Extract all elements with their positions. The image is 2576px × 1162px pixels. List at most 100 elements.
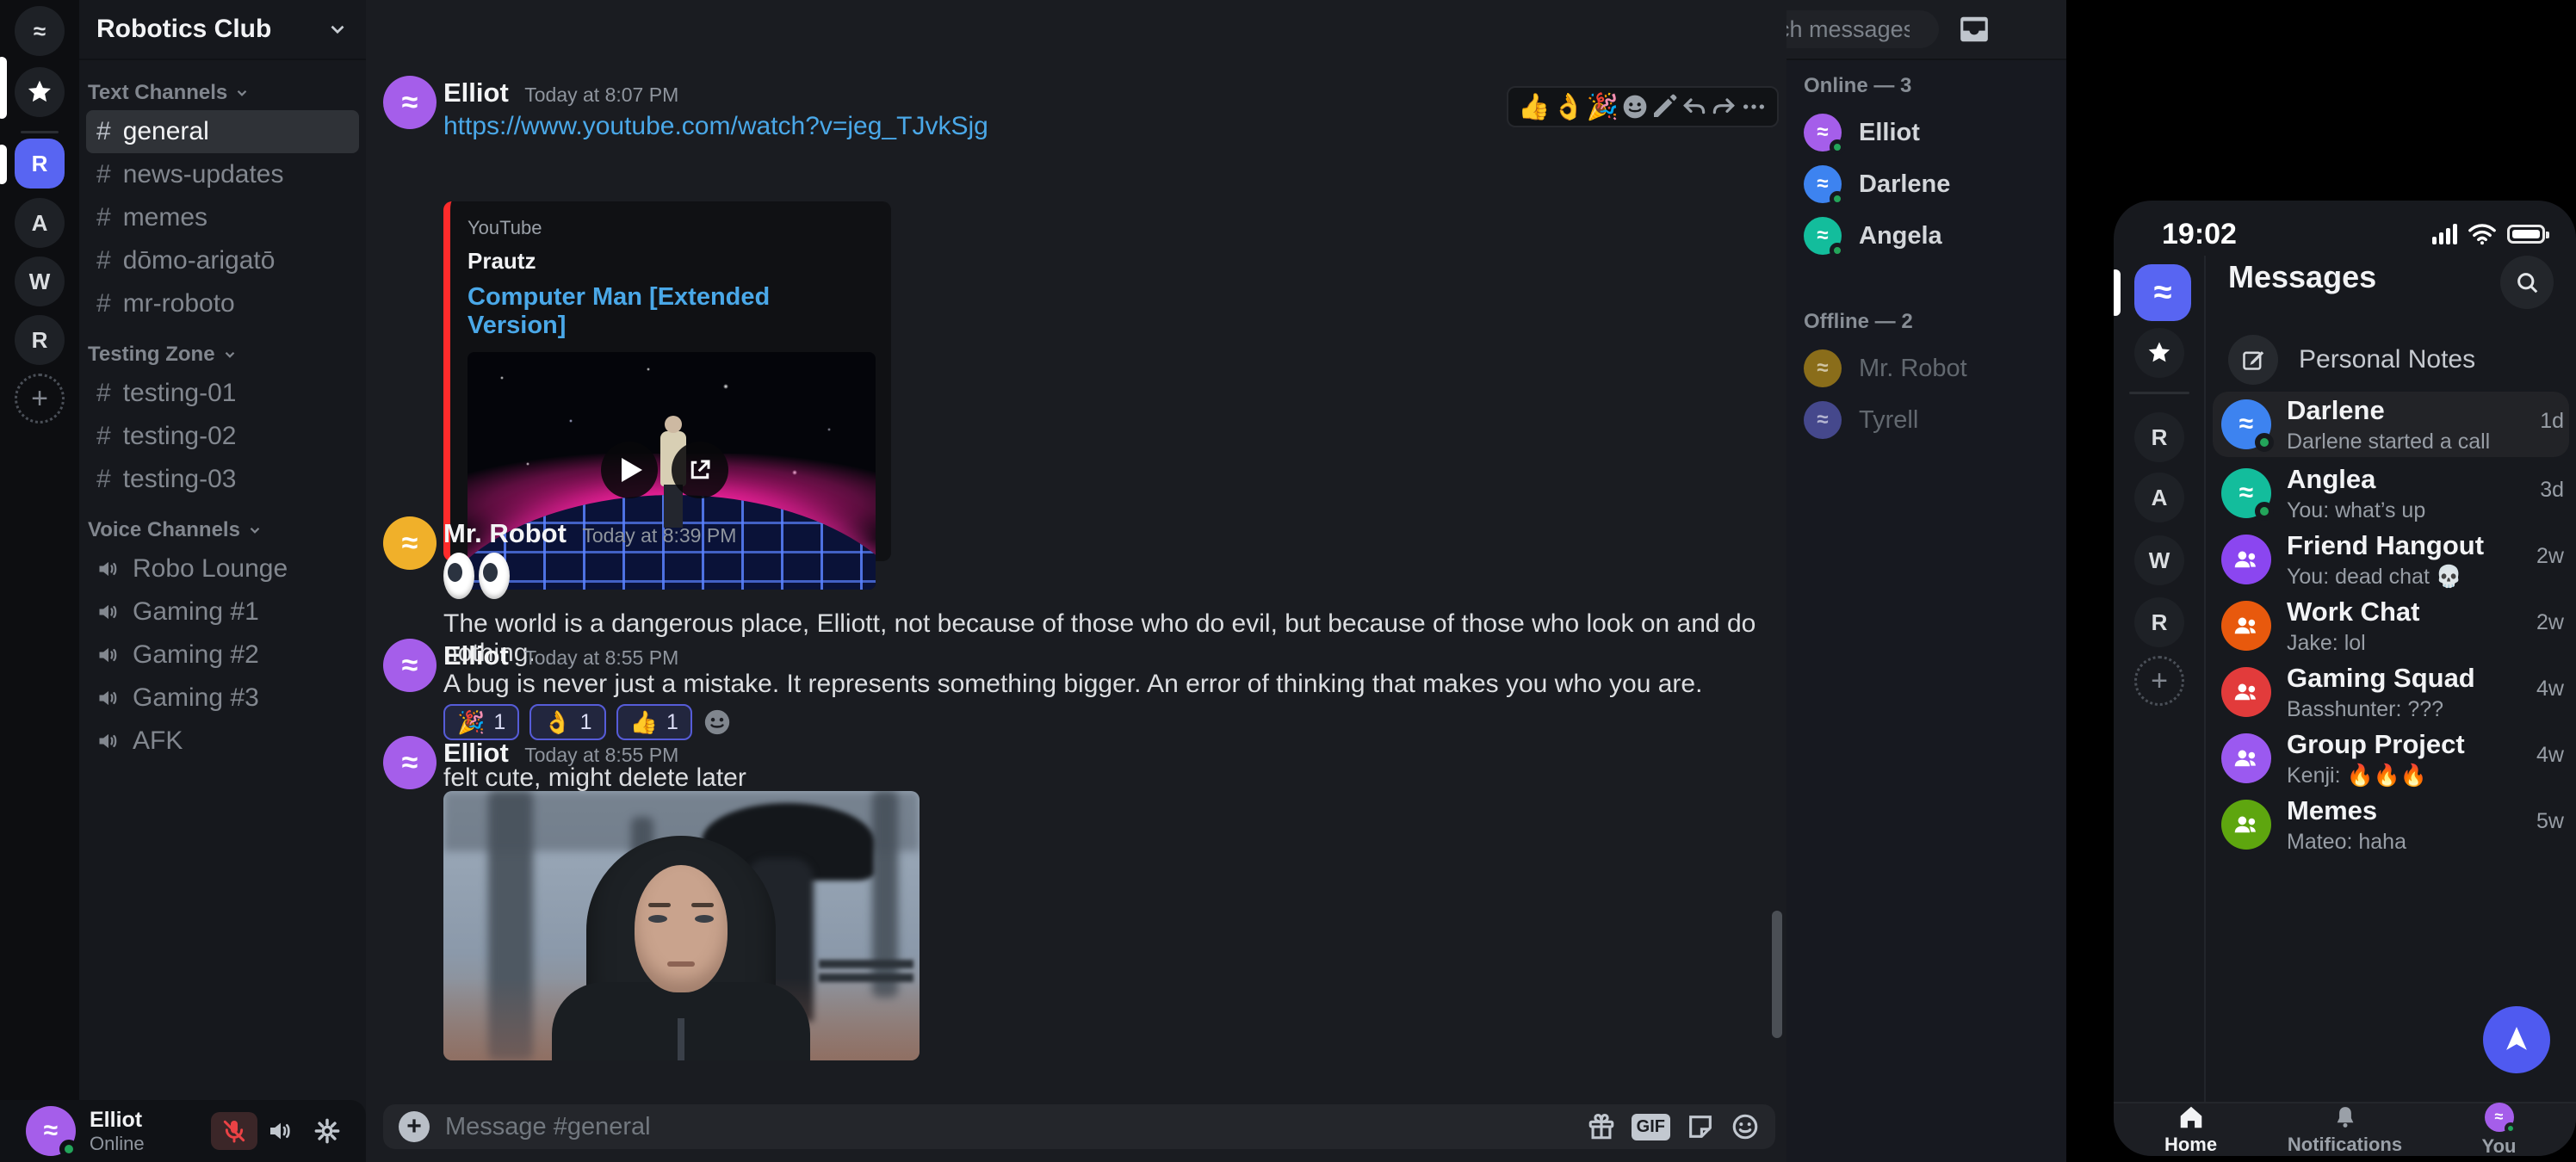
video-thumbnail — [468, 352, 876, 590]
member-darlene[interactable]: ≈ Darlene — [1804, 158, 2066, 210]
more-options-icon[interactable] — [1740, 93, 1768, 121]
edit-icon[interactable] — [1650, 93, 1678, 121]
avatar[interactable]: ≈ — [383, 516, 437, 570]
member-tyrell[interactable]: ≈ Tyrell — [1804, 394, 2066, 446]
voice-gaming-3[interactable]: Gaming #3 — [86, 677, 359, 720]
new-message-fab[interactable] — [2483, 1006, 2550, 1073]
channel-testing-02[interactable]: #testing-02 — [86, 415, 359, 458]
server-robotics-club[interactable]: R — [15, 139, 65, 189]
server-w[interactable]: W — [2134, 535, 2184, 585]
voice-gaming-2[interactable]: Gaming #2 — [86, 634, 359, 677]
user-status: Online — [90, 1133, 211, 1155]
avatar: ≈ — [1804, 165, 1842, 203]
deafen-button[interactable] — [257, 1112, 304, 1150]
search-button[interactable] — [2500, 256, 2554, 309]
app-logo[interactable]: ≈ — [15, 6, 65, 56]
phone-content: Messages Personal Notes ≈ DarleneDarlene… — [2206, 256, 2576, 1102]
conversation-anglea[interactable]: ≈ AngleaYou: what’s up 3d — [2213, 460, 2569, 526]
youtube-link[interactable]: https://www.youtube.com/watch?v=jeg_TJvk… — [443, 112, 988, 141]
conversation-memes[interactable]: MemesMateo: haha 5w — [2213, 792, 2569, 857]
section-text-channels[interactable]: Text Channels — [79, 76, 366, 110]
channel-domo-arigato[interactable]: #dōmo-arigatō — [86, 239, 359, 282]
app-logo[interactable]: ≈ — [2134, 264, 2191, 321]
user-info[interactable]: Elliot Online — [90, 1108, 211, 1155]
gif-button[interactable]: GIF — [1632, 1114, 1670, 1140]
server-r2[interactable]: R — [2134, 597, 2184, 647]
add-reaction-icon[interactable] — [1621, 93, 1649, 121]
section-voice-channels[interactable]: Voice Channels — [79, 513, 366, 547]
favorites-button[interactable] — [2134, 328, 2184, 378]
message-author[interactable]: Elliot — [443, 640, 509, 671]
conversation-group-project[interactable]: Group ProjectKenji: 🔥🔥🔥 4w — [2213, 726, 2569, 791]
server-header[interactable]: Robotics Club — [79, 0, 366, 60]
attached-photo[interactable] — [443, 791, 920, 1060]
add-server-button[interactable]: + — [2134, 656, 2184, 706]
party-quick-reaction[interactable]: 🎉 — [1587, 92, 1619, 122]
sticker-icon[interactable] — [1686, 1112, 1715, 1141]
server-a[interactable]: A — [15, 198, 65, 248]
active-server-pill — [0, 145, 7, 184]
channel-news-updates[interactable]: #news-updates — [86, 153, 359, 196]
phone-status-bar: 19:02 — [2114, 201, 2576, 256]
add-reaction-icon[interactable] — [703, 708, 732, 737]
forward-icon[interactable] — [1710, 93, 1737, 121]
reaction-ok-hand[interactable]: 👌1 — [529, 704, 605, 740]
avatar[interactable]: ≈ — [383, 76, 437, 129]
settings-button[interactable] — [304, 1112, 350, 1150]
inbox-icon[interactable] — [1958, 13, 1991, 46]
nav-you[interactable]: ≈ You — [2422, 1103, 2576, 1156]
attach-button[interactable]: + — [399, 1111, 430, 1142]
thumbs-up-quick-reaction[interactable]: 👍 — [1518, 92, 1550, 122]
message-timestamp: Today at 8:07 PM — [524, 83, 678, 106]
nav-home[interactable]: Home — [2114, 1103, 2268, 1156]
conversation-friend-hangout[interactable]: Friend HangoutYou: dead chat 💀 2w — [2213, 527, 2569, 592]
server-a[interactable]: A — [2134, 473, 2184, 522]
reply-icon[interactable] — [1681, 93, 1708, 121]
reaction-party[interactable]: 🎉1 — [443, 704, 519, 740]
member-angela[interactable]: ≈ Angela — [1804, 210, 2066, 262]
youtube-embed: YouTube Prautz Computer Man [Extended Ve… — [443, 201, 891, 561]
message-author[interactable]: Elliot — [443, 77, 509, 108]
group-icon — [2233, 547, 2259, 572]
channel-memes[interactable]: #memes — [86, 196, 359, 239]
channel-general[interactable]: #general — [86, 110, 359, 153]
channel-testing-03[interactable]: #testing-03 — [86, 458, 359, 501]
embed-title[interactable]: Computer Man [Extended Version] — [468, 283, 874, 340]
gift-icon[interactable] — [1587, 1112, 1616, 1141]
channel-testing-01[interactable]: #testing-01 — [86, 372, 359, 415]
section-testing-zone[interactable]: Testing Zone — [79, 337, 366, 372]
server-rail: ≈ R A W R + — [0, 0, 79, 1162]
voice-robo-lounge[interactable]: Robo Lounge — [86, 547, 359, 590]
ok-hand-quick-reaction[interactable]: 👌 — [1552, 92, 1584, 122]
user-avatar[interactable]: ≈ — [26, 1106, 76, 1156]
favorites-button[interactable] — [15, 67, 65, 117]
home-icon — [2177, 1104, 2206, 1130]
member-mr-robot[interactable]: ≈ Mr. Robot — [1804, 343, 2066, 394]
voice-afk[interactable]: AFK — [86, 720, 359, 763]
nav-notifications[interactable]: Notifications — [2268, 1103, 2422, 1156]
mic-muted-button[interactable] — [211, 1112, 257, 1150]
chat-scrollbar[interactable] — [1772, 911, 1782, 1038]
play-button[interactable] — [601, 442, 658, 498]
channel-mr-roboto[interactable]: #mr-roboto — [86, 282, 359, 325]
avatar[interactable]: ≈ — [383, 736, 437, 789]
message-input[interactable] — [445, 1113, 1571, 1141]
personal-notes-row[interactable]: Personal Notes — [2228, 335, 2475, 385]
star-icon — [26, 78, 53, 106]
avatar[interactable]: ≈ — [383, 639, 437, 692]
server-w[interactable]: W — [15, 257, 65, 306]
server-r2[interactable]: R — [15, 315, 65, 365]
message-header: Mr. Robot Today at 8:39 PM — [443, 518, 736, 549]
message-author[interactable]: Mr. Robot — [443, 518, 567, 548]
add-server-button[interactable]: + — [15, 374, 65, 423]
server-r[interactable]: R — [2134, 412, 2184, 462]
member-elliot[interactable]: ≈ Elliot — [1804, 107, 2066, 158]
popout-button[interactable] — [672, 442, 728, 498]
emoji-icon[interactable] — [1731, 1112, 1760, 1141]
conversation-work-chat[interactable]: Work ChatJake: lol 2w — [2213, 593, 2569, 658]
conversation-gaming-squad[interactable]: Gaming SquadBasshunter: ??? 4w — [2213, 659, 2569, 725]
voice-gaming-1[interactable]: Gaming #1 — [86, 590, 359, 634]
conversation-darlene[interactable]: ≈ DarleneDarlene started a call 1d — [2213, 392, 2569, 457]
speaker-icon — [96, 557, 121, 581]
reaction-thumbs-up[interactable]: 👍1 — [616, 704, 692, 740]
